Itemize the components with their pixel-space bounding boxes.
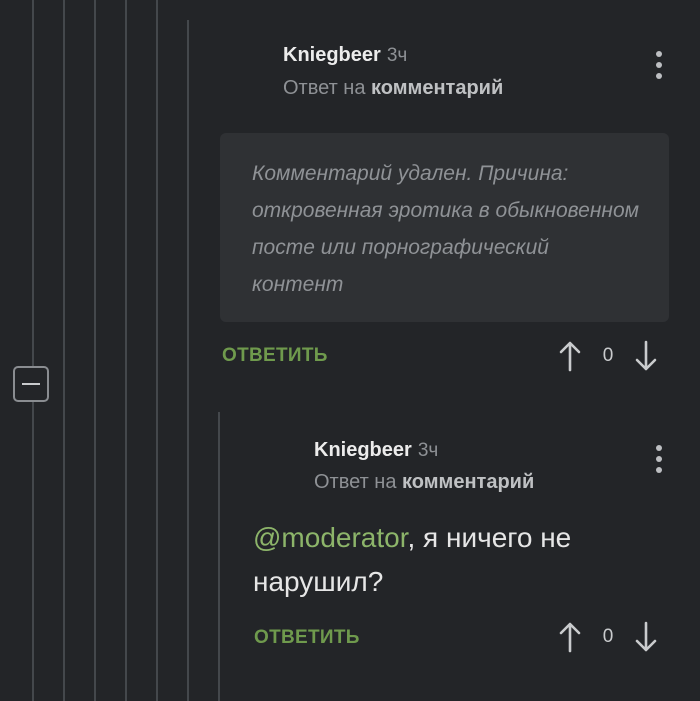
arrow-down-icon[interactable] — [635, 340, 657, 372]
deleted-comment-text: Комментарий удален. Причина: откровенная… — [252, 162, 640, 296]
more-vertical-icon[interactable] — [654, 51, 664, 79]
author-name[interactable]: Kniegbeer — [314, 439, 412, 461]
comment-time: 3ч — [417, 440, 439, 461]
deleted-comment-notice: Комментарий удален. Причина: откровенная… — [220, 133, 669, 322]
thread-line — [63, 0, 65, 701]
arrow-down-icon[interactable] — [635, 621, 657, 653]
reply-target-link[interactable]: комментарий — [371, 77, 503, 99]
mention-link[interactable]: @moderator — [253, 522, 408, 553]
reply-button[interactable]: ОТВЕТИТЬ — [254, 627, 360, 649]
comment-header: Kniegbeer 3ч — [314, 439, 438, 462]
vote-controls: 0 — [559, 340, 657, 372]
reply-prefix: Ответ на — [283, 77, 366, 99]
reply-to-line: Ответ на комментарий — [283, 77, 503, 100]
more-vertical-icon[interactable] — [654, 445, 664, 473]
collapse-thread-button[interactable] — [13, 366, 49, 402]
thread-line — [156, 0, 158, 701]
thread-line — [218, 412, 220, 701]
comment-header: Kniegbeer 3ч — [283, 44, 407, 67]
thread-line — [125, 0, 127, 701]
author-name[interactable]: Kniegbeer — [283, 44, 381, 66]
vote-controls: 0 — [559, 621, 657, 653]
reply-prefix: Ответ на — [314, 471, 397, 493]
thread-line — [94, 0, 96, 701]
score: 0 — [602, 345, 614, 366]
score: 0 — [602, 626, 614, 647]
reply-target-link[interactable]: комментарий — [402, 471, 534, 493]
thread-line — [32, 0, 34, 701]
arrow-up-icon[interactable] — [559, 621, 581, 653]
arrow-up-icon[interactable] — [559, 340, 581, 372]
minus-icon — [22, 383, 40, 385]
reply-to-line: Ответ на комментарий — [314, 471, 534, 494]
comment-body: @moderator, я ничего не нарушил? — [253, 516, 633, 604]
reply-button[interactable]: ОТВЕТИТЬ — [222, 345, 328, 367]
thread-line — [187, 20, 189, 701]
comment-time: 3ч — [386, 45, 408, 66]
